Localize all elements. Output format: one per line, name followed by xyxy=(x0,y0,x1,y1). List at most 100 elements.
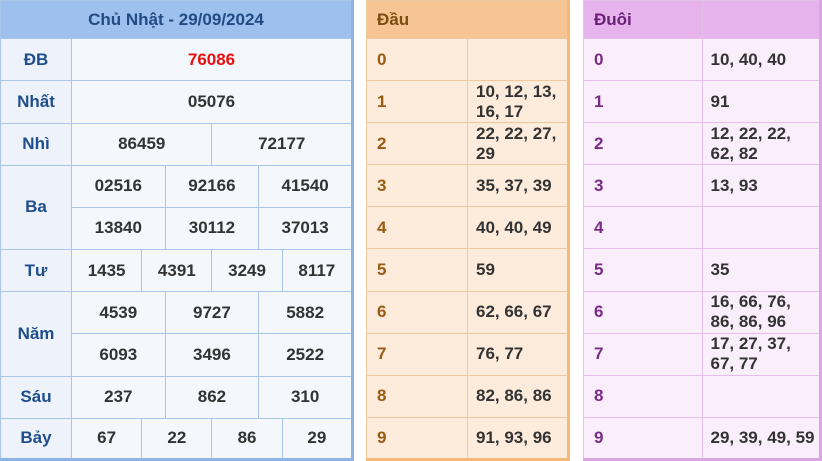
duoi-values xyxy=(701,206,821,250)
prize-value-bay: 29 xyxy=(281,417,354,461)
lottery-results-table: Chủ Nhật - 29/09/2024 ĐB 76086 Nhất 0507… xyxy=(0,0,354,461)
duoi-digit: 9 xyxy=(583,416,703,461)
prize-value-nhat: 05076 xyxy=(71,80,353,124)
prize-row-nam: Năm 4539 9727 5882 xyxy=(0,291,353,377)
prize-value-nam: 3496 xyxy=(164,333,260,377)
dau-digit: 5 xyxy=(366,248,468,292)
duoi-values: 29, 39, 49, 59 xyxy=(701,416,821,461)
duoi-digit: 1 xyxy=(583,80,703,124)
dau-row: 5 59 xyxy=(366,248,569,292)
prize-value-ba: 13840 xyxy=(71,206,166,251)
prize-row-sau: Sáu 237 862 310 xyxy=(0,375,353,419)
prize-row-db: ĐB 76086 xyxy=(0,38,353,82)
prize-row-nhi: Nhì 86459 72177 xyxy=(0,122,353,166)
dau-values: 59 xyxy=(467,248,569,292)
duoi-row: 9 29, 39, 49, 59 xyxy=(583,416,821,461)
duoi-digit: 4 xyxy=(583,206,703,250)
dau-digit: 2 xyxy=(366,122,468,166)
duoi-values: 17, 27, 37, 67, 77 xyxy=(701,332,821,376)
prize-row-bay: Bảy 67 22 86 29 xyxy=(0,417,354,461)
dau-row: 4 40, 40, 49 xyxy=(366,206,569,250)
dau-values: 35, 37, 39 xyxy=(467,164,569,208)
dau-row: 8 82, 86, 86 xyxy=(366,374,569,418)
prize-value-nhi: 72177 xyxy=(211,122,353,166)
prize-value-tu: 8117 xyxy=(281,249,354,293)
duoi-header: Đuôi xyxy=(583,0,703,40)
duoi-row: 7 17, 27, 37, 67, 77 xyxy=(583,332,821,376)
prize-label-nhi: Nhì xyxy=(0,122,72,166)
prize-label-sau: Sáu xyxy=(0,375,72,419)
dau-values: 10, 12, 13, 16, 17 xyxy=(467,80,569,124)
prize-row-tu: Tư 1435 4391 3249 8117 xyxy=(0,249,354,293)
duoi-row: 8 xyxy=(583,374,821,418)
prize-value-tu: 1435 xyxy=(70,249,143,293)
prize-value-ba: 37013 xyxy=(258,206,353,251)
dau-digit: 4 xyxy=(366,206,468,250)
prize-label-db: ĐB xyxy=(0,38,72,82)
dau-row: 6 62, 66, 67 xyxy=(366,290,569,334)
dau-values: 76, 77 xyxy=(467,332,569,376)
prize-label-tu: Tư xyxy=(0,249,72,293)
duoi-digit: 7 xyxy=(583,332,703,376)
prize-row-ba: Ba 02516 92166 41540 xyxy=(0,164,353,251)
duoi-row: 3 13, 93 xyxy=(583,164,821,208)
dau-values xyxy=(467,38,569,82)
duoi-digit: 2 xyxy=(583,122,703,166)
duoi-row: 2 12, 22, 22, 62, 82 xyxy=(583,122,821,166)
prize-value-bay: 67 xyxy=(70,417,143,461)
prize-value-bay: 86 xyxy=(211,417,283,461)
duoi-header-blank xyxy=(701,0,821,40)
prize-label-bay: Bảy xyxy=(0,417,72,461)
results-date-header: Chủ Nhật - 29/09/2024 xyxy=(0,0,353,40)
duoi-row: 1 91 xyxy=(583,80,821,124)
dau-row: 2 22, 22, 27, 29 xyxy=(366,122,569,166)
duoi-digit: 0 xyxy=(583,38,703,82)
prize-value-ba: 92166 xyxy=(164,164,260,208)
duoi-values: 16, 66, 76, 86, 86, 96 xyxy=(701,290,821,334)
prize-value-tu: 4391 xyxy=(141,249,213,293)
dau-digit: 9 xyxy=(366,416,468,461)
prize-label-nhat: Nhất xyxy=(0,80,72,124)
prize-value-ba: 41540 xyxy=(258,164,353,208)
prize-value-nam: 4539 xyxy=(71,291,166,335)
dau-row: 0 xyxy=(366,38,569,82)
duoi-digit: 5 xyxy=(583,248,703,292)
prize-value-sau: 862 xyxy=(164,375,260,419)
dau-values: 91, 93, 96 xyxy=(467,416,569,461)
dau-digit: 8 xyxy=(366,374,468,418)
prize-value-tu: 3249 xyxy=(211,249,283,293)
duoi-values: 10, 40, 40 xyxy=(701,38,821,82)
prize-label-nam: Năm xyxy=(0,291,72,377)
dau-row: 9 91, 93, 96 xyxy=(366,416,569,461)
prize-value-nam: 9727 xyxy=(164,291,260,335)
duoi-digit: 3 xyxy=(583,164,703,208)
duoi-digit: 6 xyxy=(583,290,703,334)
duoi-table: Đuôi 0 10, 40, 40 1 91 2 12, 22, 22, 62, 82… xyxy=(583,0,822,461)
prize-value-db: 76086 xyxy=(71,38,353,82)
duoi-values xyxy=(701,374,821,418)
duoi-row: 0 10, 40, 40 xyxy=(583,38,821,82)
duoi-row: 5 35 xyxy=(583,248,821,292)
dau-digit: 0 xyxy=(366,38,468,82)
dau-values: 62, 66, 67 xyxy=(467,290,569,334)
prize-value-bay: 22 xyxy=(141,417,213,461)
duoi-values: 35 xyxy=(701,248,821,292)
prize-value-nhi: 86459 xyxy=(70,122,213,166)
dau-row: 7 76, 77 xyxy=(366,332,569,376)
dau-table: Đầu 0 1 10, 12, 13, 16, 17 2 22, 22, 27, 2… xyxy=(366,0,570,461)
prize-value-sau: 237 xyxy=(71,375,166,419)
dau-digit: 3 xyxy=(366,164,468,208)
prize-value-sau: 310 xyxy=(258,375,353,419)
dau-digit: 1 xyxy=(366,80,468,124)
dau-row: 1 10, 12, 13, 16, 17 xyxy=(366,80,569,124)
dau-digit: 7 xyxy=(366,332,468,376)
prize-label-ba: Ba xyxy=(0,164,72,251)
prize-row-nhat: Nhất 05076 xyxy=(0,80,353,124)
duoi-row: 6 16, 66, 76, 86, 86, 96 xyxy=(583,290,821,334)
duoi-values: 13, 93 xyxy=(701,164,821,208)
prize-value-ba: 02516 xyxy=(71,164,166,208)
prize-value-nam: 5882 xyxy=(258,291,353,335)
dau-digit: 6 xyxy=(366,290,468,334)
prize-value-nam: 6093 xyxy=(71,333,166,377)
dau-header: Đầu xyxy=(366,0,468,40)
